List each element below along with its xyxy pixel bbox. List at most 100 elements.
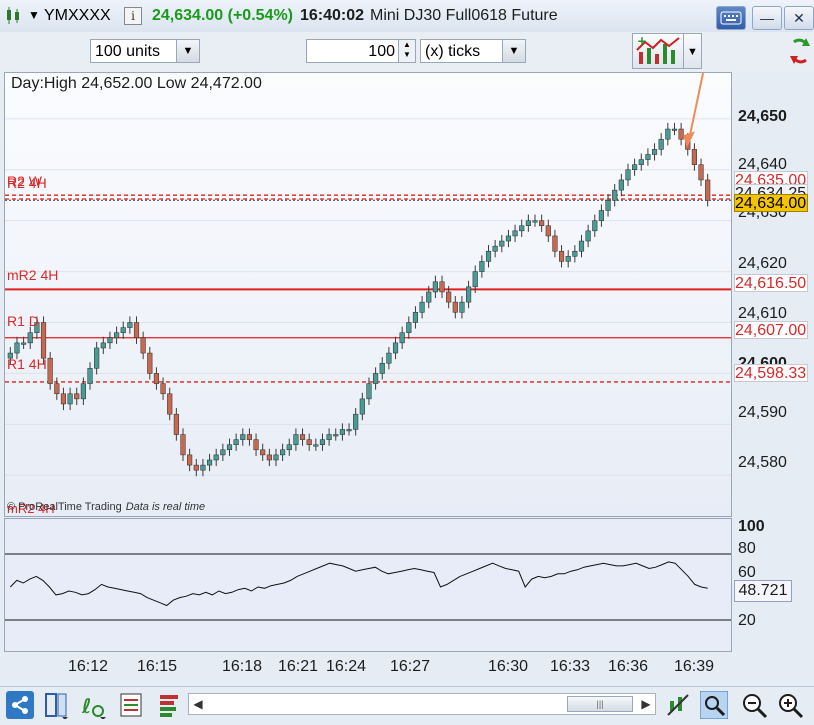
keyboard-icon bbox=[720, 11, 742, 25]
time-tick: 16:18 bbox=[221, 658, 263, 675]
candle-body bbox=[233, 439, 239, 445]
info-icon[interactable]: i bbox=[124, 7, 142, 25]
minimize-icon: — bbox=[760, 10, 774, 26]
candle-body bbox=[638, 159, 644, 165]
candlestick-app-icon bbox=[7, 7, 19, 24]
candle-body bbox=[492, 245, 498, 252]
time-tick: 16:27 bbox=[389, 658, 431, 675]
candle-body bbox=[512, 230, 518, 237]
candle-body bbox=[565, 256, 571, 262]
time-tick: 16:12 bbox=[67, 658, 109, 675]
share-icon[interactable] bbox=[6, 691, 34, 719]
candle-body bbox=[74, 393, 80, 400]
candle-body bbox=[618, 179, 624, 191]
time-axis[interactable]: 16:12 16:15 16:18 16:21 16:24 16:27 16:3… bbox=[4, 652, 732, 682]
zoom-out-icon[interactable] bbox=[740, 691, 768, 719]
oscillator-axis[interactable]: 100 80 60 40 20 48.721 bbox=[732, 518, 810, 652]
candle-body bbox=[180, 434, 186, 456]
symbol-label[interactable]: YMXXXX bbox=[44, 7, 111, 25]
candle-body bbox=[280, 449, 286, 456]
price-panel[interactable]: Day:High 24,652.00 Low 24,472.00 R2 W R2… bbox=[4, 72, 732, 517]
order-book-icon[interactable] bbox=[156, 691, 184, 719]
price-tag-r1-4h: 24,598.33 bbox=[734, 364, 808, 382]
candle-body bbox=[21, 342, 27, 345]
candle-body bbox=[539, 220, 545, 227]
horizontal-scrollbar[interactable]: ◀ ||| ▶ bbox=[188, 693, 656, 715]
price-tick: 24,620 bbox=[738, 255, 787, 272]
candle-body bbox=[240, 434, 246, 440]
candle-body bbox=[333, 434, 339, 437]
minimize-button[interactable]: — bbox=[752, 6, 782, 30]
candle-body bbox=[306, 439, 312, 445]
indicator-tool-icon[interactable]: ℓ bbox=[80, 691, 108, 719]
scroll-left-icon[interactable]: ◀ bbox=[189, 694, 207, 714]
candle-body bbox=[379, 362, 385, 374]
indicators-button[interactable]: + bbox=[632, 33, 684, 69]
link-chart-button[interactable] bbox=[788, 34, 812, 68]
candle-body bbox=[213, 454, 219, 461]
units-select[interactable]: 100 units ▼ bbox=[90, 39, 200, 63]
candle-body bbox=[326, 434, 332, 440]
price-change: 24,634.00 (+0.54%) bbox=[152, 7, 293, 24]
indicators-menu-button[interactable]: ▼ bbox=[684, 33, 702, 69]
candle-body bbox=[147, 352, 153, 374]
candle-body bbox=[479, 261, 485, 272]
chevron-down-icon: ▼ bbox=[687, 46, 698, 58]
oscillator-chart[interactable] bbox=[5, 519, 731, 651]
price-tick: 24,590 bbox=[738, 404, 787, 421]
candle-body bbox=[339, 429, 345, 435]
candle-body bbox=[472, 271, 478, 288]
ticks-value: 100 bbox=[368, 43, 395, 60]
current-price-tag: 24,634.00 bbox=[734, 194, 808, 212]
candle-body bbox=[319, 439, 326, 445]
candle-body bbox=[386, 352, 392, 364]
price-tick: 24,580 bbox=[738, 454, 787, 471]
scroll-right-icon[interactable]: ▶ bbox=[637, 694, 655, 714]
symbol-menu-arrow-icon[interactable]: ▼ bbox=[28, 8, 40, 22]
candle-body bbox=[47, 357, 53, 384]
zoom-in-icon[interactable] bbox=[776, 691, 804, 719]
candle-body bbox=[632, 164, 638, 170]
candle-body bbox=[27, 332, 33, 344]
chart-area[interactable]: Day:High 24,652.00 Low 24,472.00 R2 W R2… bbox=[4, 72, 810, 687]
candle-body bbox=[373, 373, 379, 384]
keyboard-button[interactable] bbox=[716, 6, 746, 30]
candle-body bbox=[226, 444, 233, 451]
price-chart[interactable] bbox=[5, 73, 731, 516]
oscillator-panel[interactable] bbox=[4, 518, 732, 652]
candle-body bbox=[691, 149, 697, 165]
oscillator-line bbox=[9, 561, 708, 607]
osc-tick: 100 bbox=[738, 518, 765, 535]
candle-body bbox=[353, 413, 359, 430]
candle-body bbox=[173, 413, 179, 435]
ticks-stepper[interactable]: 100 ▲ ▼ bbox=[306, 39, 416, 63]
level-label-r1-4h: R1 4H bbox=[7, 356, 47, 372]
candle-body bbox=[598, 210, 604, 221]
candle-body bbox=[54, 383, 60, 395]
candle-body bbox=[206, 459, 213, 466]
zoom-select-icon[interactable] bbox=[700, 691, 728, 719]
close-button[interactable]: ✕ bbox=[784, 6, 814, 30]
ticks-unit-value: (x) ticks bbox=[425, 43, 481, 60]
scroll-thumb[interactable]: ||| bbox=[567, 696, 633, 712]
candle-body bbox=[525, 220, 531, 227]
chevron-down-icon[interactable]: ▼ bbox=[176, 40, 199, 62]
candle-body bbox=[299, 434, 306, 440]
candle-body bbox=[107, 337, 113, 344]
price-axis[interactable]: 24,650 24,640 24,630 24,620 24,610 24,60… bbox=[732, 72, 810, 517]
candle-body bbox=[446, 291, 452, 303]
candle-body bbox=[120, 327, 126, 333]
chevron-down-icon[interactable]: ▼ bbox=[502, 40, 525, 62]
candle-body bbox=[293, 434, 299, 445]
ticks-unit-select[interactable]: (x) ticks ▼ bbox=[420, 39, 526, 63]
autoscroll-icon[interactable] bbox=[664, 691, 692, 719]
table-icon[interactable] bbox=[118, 691, 146, 719]
level-label-r1-d: R1 D bbox=[7, 313, 39, 329]
layout-icon[interactable] bbox=[42, 691, 70, 719]
candle-body bbox=[67, 393, 73, 405]
candle-body bbox=[578, 240, 585, 252]
stepper-arrows-icon[interactable]: ▲ ▼ bbox=[398, 40, 415, 62]
candle-body bbox=[505, 235, 512, 242]
oscillator-value-tag: 48.721 bbox=[734, 580, 792, 602]
candle-body bbox=[698, 164, 704, 181]
